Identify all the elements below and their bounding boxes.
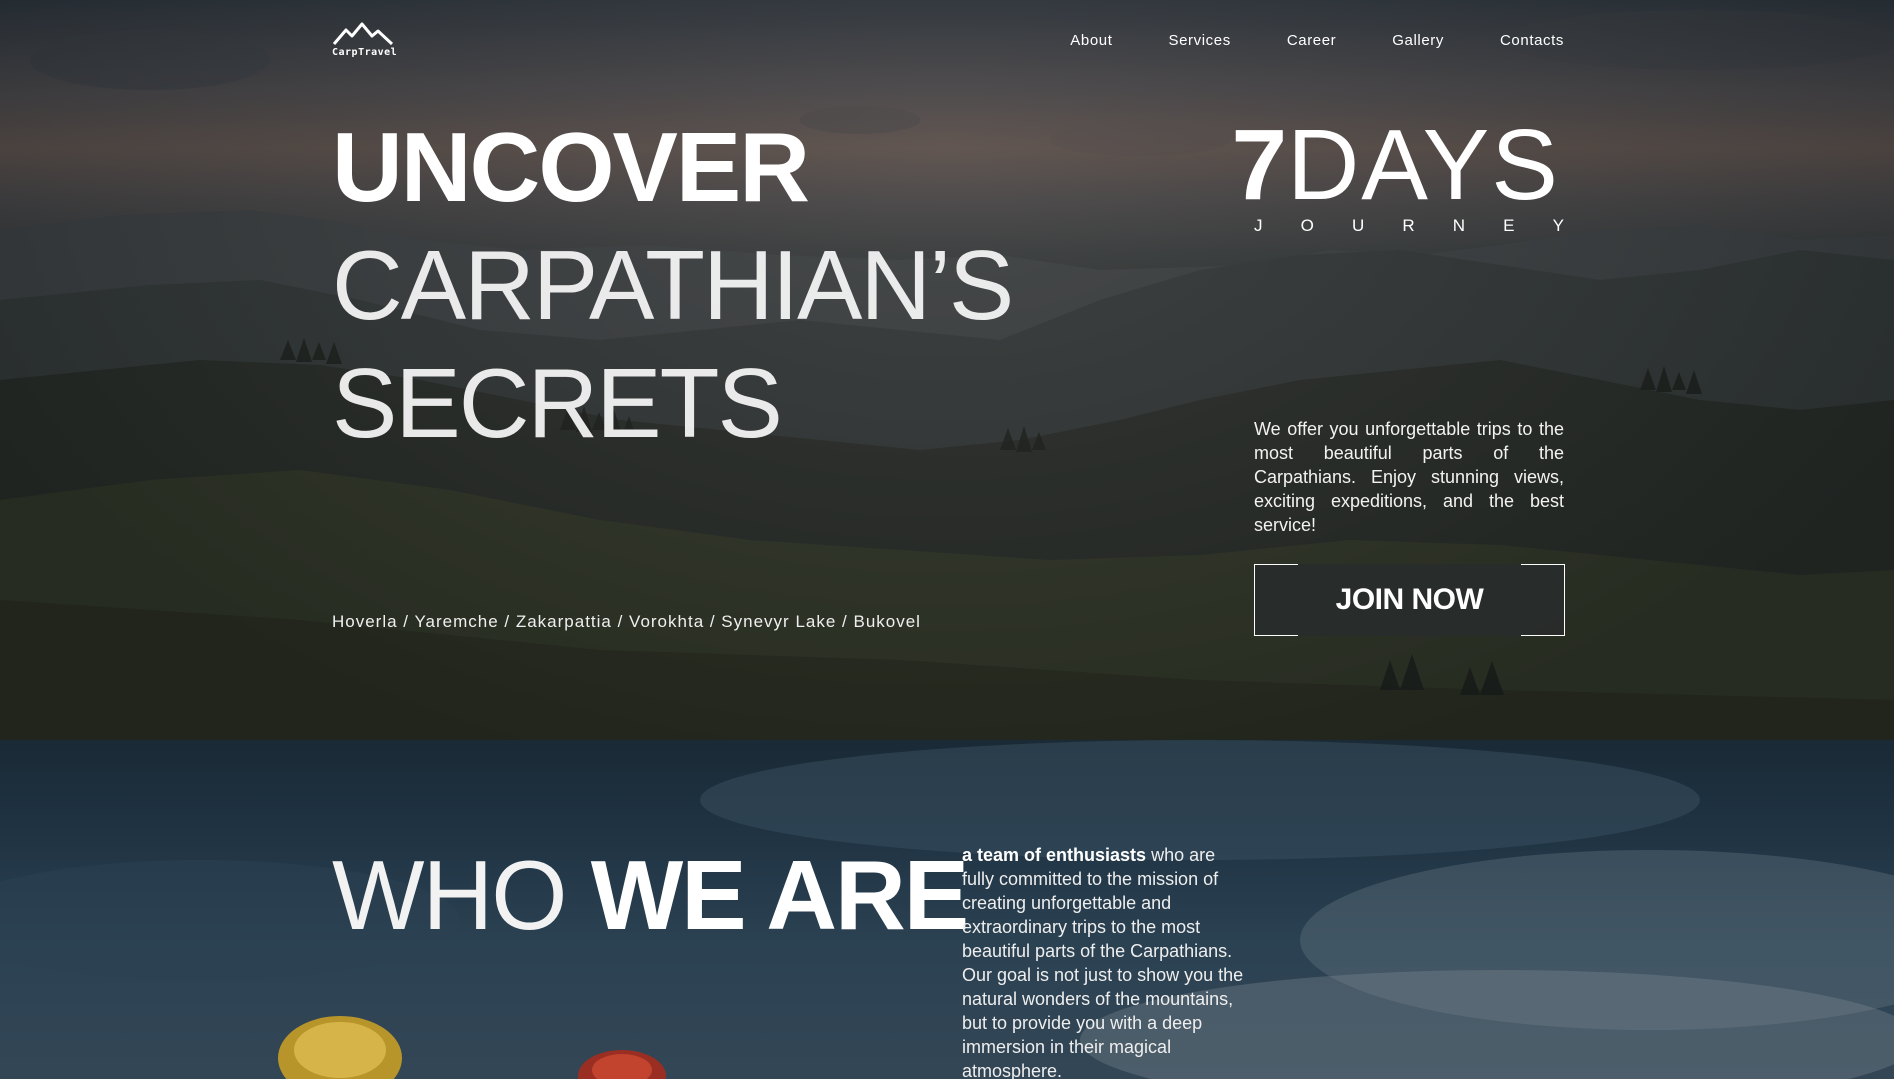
who-we-are-title: WHO WE ARE: [332, 840, 969, 950]
journey-label: J O U R N E Y: [1254, 216, 1564, 236]
who-title-bold: WE ARE: [590, 840, 969, 950]
nav-career[interactable]: Career: [1287, 32, 1336, 49]
headline-uncover: UNCOVER: [332, 112, 810, 222]
join-now-label: JOIN NOW: [1335, 583, 1484, 616]
journey-letter: N: [1452, 216, 1466, 235]
journey-letter: O: [1300, 216, 1314, 235]
who-we-are-section: WHO WE ARE a team of enthusiasts who are…: [0, 740, 1894, 1079]
days-badge: 7DAYS: [1231, 110, 1560, 220]
days-word: DAYS: [1287, 109, 1560, 221]
who-we-are-text: a team of enthusiasts who are fully comm…: [962, 843, 1252, 1079]
journey-letter: Y: [1552, 216, 1564, 235]
headline-carpathians: CARPATHIAN’S: [332, 230, 1014, 340]
nav-contacts[interactable]: Contacts: [1500, 32, 1564, 49]
days-number: 7: [1231, 109, 1288, 221]
join-now-button[interactable]: JOIN NOW: [1254, 564, 1565, 636]
mountain-logo-icon: [332, 22, 394, 46]
destinations-list: Hoverla / Yaremche / Zakarpattia / Vorok…: [332, 612, 921, 631]
who-title-light: WHO: [332, 840, 567, 950]
hero-headline: UNCOVER CARPATHIAN’S SECRETS: [332, 108, 1014, 462]
journey-letter: E: [1503, 216, 1515, 235]
headline-secrets: SECRETS: [332, 348, 783, 458]
main-nav: About Services Career Gallery Contacts: [1070, 32, 1564, 49]
journey-letter: U: [1351, 216, 1365, 235]
brand-logo[interactable]: CarpTravel: [332, 22, 398, 62]
hero-description: We offer you unforgettable trips to the …: [1254, 419, 1564, 535]
journey-letter: R: [1402, 216, 1415, 235]
who-text-body: who are fully committed to the mission o…: [962, 845, 1244, 1079]
nav-about[interactable]: About: [1070, 32, 1112, 49]
who-text-highlight: a team of enthusiasts: [962, 845, 1147, 865]
logo-text: CarpTravel: [332, 47, 398, 58]
hero-section: CarpTravel About Services Career Gallery…: [0, 0, 1894, 740]
nav-services[interactable]: Services: [1169, 32, 1231, 49]
nav-gallery[interactable]: Gallery: [1392, 32, 1444, 49]
journey-letter: J: [1254, 216, 1263, 235]
